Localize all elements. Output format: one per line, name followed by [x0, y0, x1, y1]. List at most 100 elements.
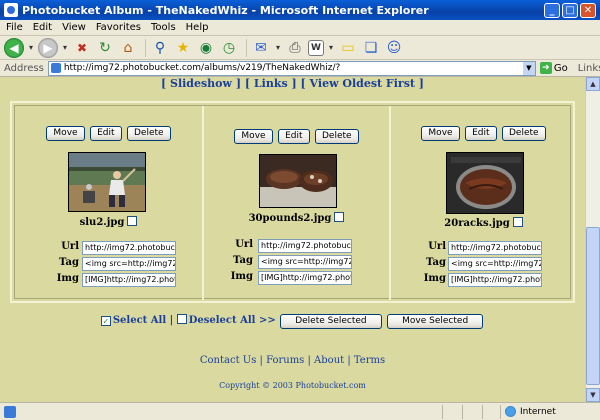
footer-links: Contact Us | Forums | About | Terms — [199, 355, 386, 366]
messenger-icon[interactable]: ☺ — [384, 38, 404, 58]
scroll-thumb[interactable] — [586, 227, 600, 385]
media-icon[interactable]: ◉ — [196, 38, 216, 58]
view-oldest-link[interactable]: [ View Oldest First ] — [301, 77, 425, 90]
photo-actions: Move Edit Delete — [204, 128, 389, 144]
forward-dropdown-icon[interactable]: ▾ — [61, 38, 69, 58]
links-label[interactable]: Links — [578, 63, 600, 74]
tag-row: Tag <img src=http://img72.photobucket.co… — [391, 257, 576, 273]
img-field[interactable]: [IMG]http://img72.photobucket.com/albums… — [448, 273, 542, 287]
photo-thumbnail[interactable] — [446, 152, 524, 214]
terms-link[interactable]: Terms — [354, 355, 385, 366]
tag-field[interactable]: <img src=http://img72.photobucket.com/al… — [448, 257, 542, 271]
close-button[interactable]: ✕ — [580, 2, 596, 18]
photo-select-checkbox[interactable] — [512, 217, 523, 227]
photo-caption: slu2.jpg — [15, 216, 202, 228]
move-selected-button[interactable]: Move Selected — [387, 314, 484, 329]
menu-favorites[interactable]: Favorites — [96, 22, 141, 33]
menu-help[interactable]: Help — [186, 22, 209, 33]
search-icon[interactable]: ⚲ — [150, 38, 170, 58]
photo-filename: 30pounds2.jpg — [248, 213, 332, 224]
menu-bar: File Edit View Favorites Tools Help — [0, 20, 600, 36]
page-icon — [50, 63, 61, 73]
deselect-all-link[interactable]: Deselect All >> — [189, 315, 276, 326]
menu-file[interactable]: File — [6, 22, 23, 33]
photo-actions: Move Edit Delete — [391, 125, 576, 141]
edit-button[interactable]: Edit — [278, 129, 310, 144]
delete-selected-button[interactable]: Delete Selected — [280, 314, 382, 329]
address-dropdown-icon[interactable]: ▼ — [522, 61, 535, 75]
slideshow-link[interactable]: [ Slideshow ] — [161, 77, 241, 90]
research-icon[interactable]: ❏ — [361, 38, 381, 58]
back-dropdown-icon[interactable]: ▾ — [27, 38, 35, 58]
print-icon[interactable]: ⎙ — [285, 38, 305, 58]
edit-icon[interactable]: W — [308, 39, 324, 56]
tag-row: Tag <img src=http://img72.photobucket.co… — [204, 255, 389, 271]
favorites-icon[interactable]: ★ — [173, 38, 193, 58]
photo-thumbnail[interactable] — [259, 154, 337, 208]
tag-field[interactable]: <img src=http://img72.photobucket.com/al… — [82, 257, 176, 271]
maximize-button[interactable]: □ — [562, 2, 578, 18]
home-icon[interactable]: ⌂ — [118, 38, 138, 58]
url-label: Url — [428, 241, 446, 252]
scroll-down-icon[interactable]: ▼ — [586, 388, 600, 402]
ie-icon — [4, 3, 18, 17]
url-row: Url http://img72.photobucket.com/albums/… — [391, 241, 576, 257]
select-all-checkbox[interactable]: ✓ — [100, 316, 111, 326]
go-button[interactable]: ➜ Go — [539, 62, 568, 74]
photo-thumbnail[interactable] — [68, 152, 146, 212]
tag-row: Tag <img src=http://img72.photobucket.co… — [15, 257, 202, 273]
move-button[interactable]: Move — [46, 126, 85, 141]
edit-button[interactable]: Edit — [90, 126, 122, 141]
url-field[interactable]: http://img72.photobucket.com/albums/v219… — [258, 239, 352, 253]
address-field[interactable]: ▼ — [47, 60, 536, 76]
security-zone: Internet — [500, 404, 600, 419]
stop-icon[interactable]: ✖ — [72, 38, 92, 58]
menu-view[interactable]: View — [62, 22, 86, 33]
minimize-button[interactable]: _ — [544, 2, 560, 18]
forward-icon[interactable]: ▶ — [38, 37, 58, 58]
back-icon[interactable]: ◀ — [4, 37, 24, 58]
img-field[interactable]: [IMG]http://img72.photobucket.com/albums… — [258, 271, 352, 285]
links-link[interactable]: [ Links ] — [245, 77, 297, 90]
photo-select-checkbox[interactable] — [127, 216, 138, 226]
img-label: Img — [423, 273, 446, 284]
delete-button[interactable]: Delete — [502, 126, 546, 141]
url-field[interactable]: http://img72.photobucket.com/albums/v219… — [448, 241, 542, 255]
address-input[interactable] — [63, 63, 523, 73]
menu-edit[interactable]: Edit — [33, 22, 52, 33]
select-all-link[interactable]: Select All — [113, 315, 166, 326]
delete-button[interactable]: Delete — [315, 129, 359, 144]
img-row: Img [IMG]http://img72.photobucket.com/al… — [204, 271, 389, 287]
tag-label: Tag — [426, 257, 446, 268]
img-field[interactable]: [IMG]http://img72.photobucket.com/albums… — [82, 273, 176, 287]
move-button[interactable]: Move — [234, 129, 273, 144]
img-row: Img [IMG]http://img72.photobucket.com/al… — [391, 273, 576, 289]
deselect-all-checkbox[interactable] — [176, 314, 187, 324]
forums-link[interactable]: Forums — [266, 355, 304, 366]
globe-icon — [505, 406, 516, 417]
url-field[interactable]: http://img72.photobucket.com/albums/v219… — [82, 241, 176, 255]
edit-button[interactable]: Edit — [465, 126, 497, 141]
history-icon[interactable]: ◷ — [219, 38, 239, 58]
delete-button[interactable]: Delete — [127, 126, 171, 141]
img-label: Img — [230, 271, 253, 282]
vertical-scrollbar[interactable]: ▲ ▼ — [585, 77, 600, 402]
bulk-actions: ✓ Select All | Deselect All >> Delete Sel… — [0, 314, 585, 329]
mail-icon[interactable]: ✉ — [251, 38, 271, 58]
photo-select-checkbox[interactable] — [334, 212, 345, 222]
scroll-up-icon[interactable]: ▲ — [586, 77, 600, 91]
go-label: Go — [553, 62, 568, 74]
url-row: Url http://img72.photobucket.com/albums/… — [15, 241, 202, 257]
menu-tools[interactable]: Tools — [151, 22, 176, 33]
notes-icon[interactable]: ▭ — [338, 38, 358, 58]
copyright: Copyright © 2003 Photobucket.com — [219, 381, 366, 390]
contact-link[interactable]: Contact Us — [200, 355, 256, 366]
tag-field[interactable]: <img src=http://img72.photobucket.com/al… — [258, 255, 352, 269]
mail-dropdown-icon[interactable]: ▾ — [274, 38, 282, 58]
status-bar: Internet — [0, 402, 600, 420]
move-button[interactable]: Move — [421, 126, 460, 141]
refresh-icon[interactable]: ↻ — [95, 38, 115, 58]
about-link[interactable]: About — [314, 355, 344, 366]
edit-dropdown-icon[interactable]: ▾ — [327, 38, 335, 58]
photo-actions: Move Edit Delete — [15, 125, 202, 141]
